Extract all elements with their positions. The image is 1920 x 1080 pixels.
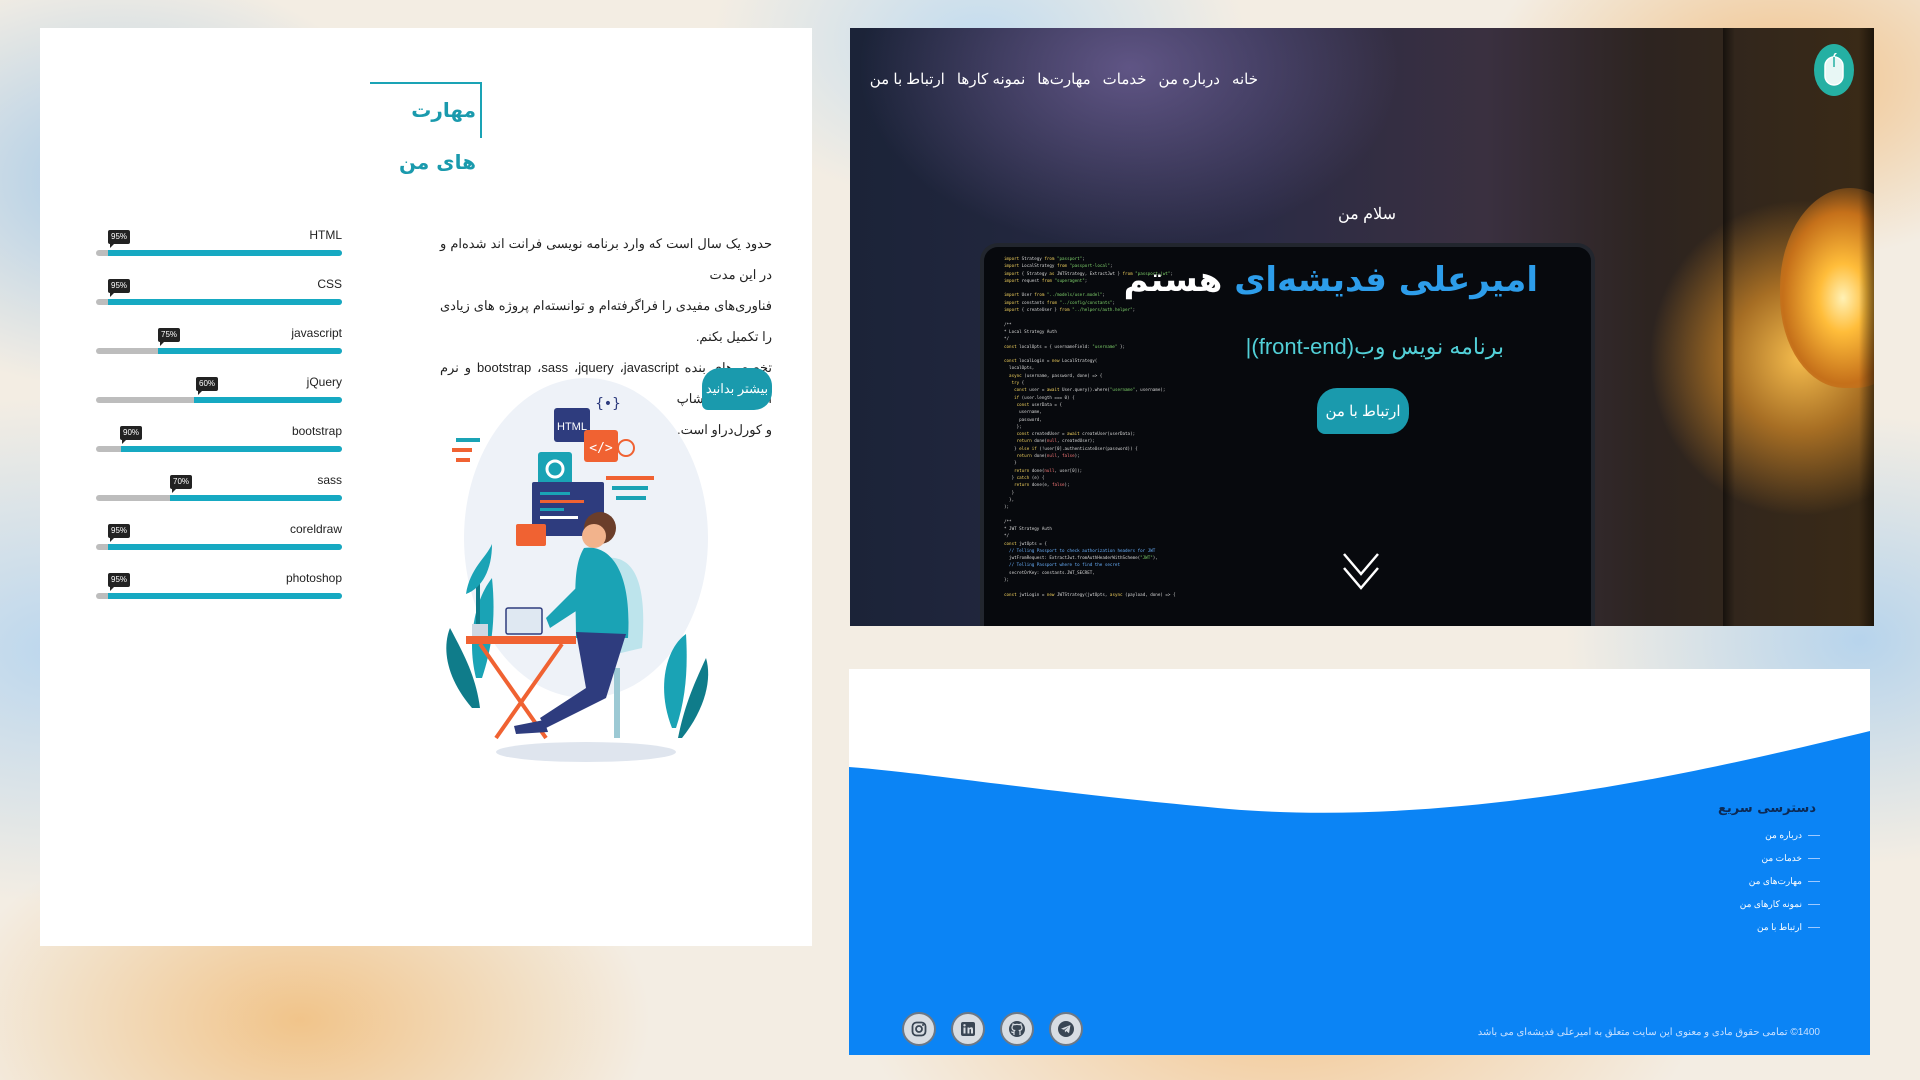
nav-item-home[interactable]: خانه (1232, 50, 1258, 110)
footer-link-label[interactable]: نمونه کارهای من (1740, 899, 1802, 910)
dash-icon (1808, 904, 1820, 905)
skill-label: javascript (291, 326, 342, 340)
nav-item-skills[interactable]: مهارت‌ها (1037, 50, 1090, 110)
nav-item-contact[interactable]: ارتباط با من (870, 50, 945, 110)
skill-bar-html: HTML 95% (96, 228, 342, 258)
skill-bar-css: CSS 95% (96, 277, 342, 307)
footer-link-contact[interactable]: ارتباط با من (1718, 916, 1820, 939)
svg-text:</>: </> (589, 441, 613, 456)
skill-track (96, 397, 342, 403)
skill-bar-bootstrap: bootstrap 90% (96, 424, 342, 454)
description-line: فناوری‌های مفیدی را فراگرفته‌ام و توانست… (440, 298, 772, 344)
skill-bar-photoshop: photoshop 95% (96, 571, 342, 601)
footer-link-label[interactable]: خدمات من (1762, 853, 1803, 864)
skill-label: photoshop (285, 571, 342, 585)
skill-label: CSS (317, 277, 342, 291)
footer-panel: دسترسی سریع درباره من خدمات من مهارت‌های… (849, 669, 1870, 1055)
contact-me-button[interactable]: ارتباط با من (1317, 388, 1409, 434)
copyright-text: 1400© تمامی حقوق مادی و معنوی این سایت م… (1477, 1027, 1820, 1038)
skill-percent-badge: 90% (120, 426, 143, 444)
skill-bar-javascript: javascript 75% (96, 326, 342, 356)
skill-percent-badge: 95% (108, 573, 131, 591)
footer-link-services[interactable]: خدمات من (1718, 847, 1820, 870)
skill-fill (194, 397, 342, 403)
laptop-code-image: import Strategy from "passport"; import … (980, 243, 1595, 626)
skill-percent-badge: 75% (158, 328, 181, 346)
skill-fill (108, 544, 342, 550)
skill-bar-coreldraw: coreldraw 95% (96, 522, 342, 552)
dash-icon (1808, 835, 1820, 836)
quick-access-title: دسترسی سریع (1718, 801, 1816, 816)
scroll-down-icon[interactable] (1340, 548, 1382, 594)
linkedin-icon[interactable] (951, 1012, 985, 1046)
dash-icon (1808, 927, 1820, 928)
window-frame-image (1723, 28, 1874, 626)
developer-illustration: HTML </> {•} (436, 348, 736, 768)
dash-icon (1808, 881, 1820, 882)
skill-percent-badge: 95% (108, 524, 131, 542)
skill-fill (108, 299, 342, 305)
skill-track (96, 446, 342, 452)
footer-wave (849, 669, 1870, 813)
telegram-icon[interactable] (1049, 1012, 1083, 1046)
footer-link-skills[interactable]: مهارت‌های من (1718, 870, 1820, 893)
nav-item-about[interactable]: درباره من (1159, 50, 1220, 110)
skill-percent-badge: 95% (108, 230, 131, 248)
hero-name-highlight: امیرعلی فدیشه‌ای (1234, 260, 1538, 300)
skills-panel: مهارت های من حدود یک سال است که وارد برن… (40, 28, 812, 946)
hero-role: برنامه نویس وب(front-end)| (1245, 334, 1504, 359)
skill-percent-badge: 60% (196, 377, 219, 395)
skill-track (96, 593, 342, 599)
skill-track (96, 299, 342, 305)
skill-fill (108, 250, 342, 256)
dash-icon (1808, 858, 1820, 859)
skill-fill (108, 593, 342, 599)
skill-percent-badge: 70% (170, 475, 193, 493)
hero-panel: import Strategy from "passport"; import … (850, 28, 1874, 626)
skill-fill (157, 348, 342, 354)
hero-name: امیرعلی فدیشه‌ای هستم (1124, 260, 1538, 300)
skill-label: sass (317, 473, 342, 487)
skill-label: coreldraw (289, 522, 342, 536)
footer-link-label[interactable]: مهارت‌های من (1749, 876, 1802, 887)
braces-label: {•} (595, 396, 620, 412)
social-links (902, 1012, 1098, 1046)
hero-greeting: سلام من (1337, 206, 1397, 223)
hero-name-suffix: هستم (1123, 260, 1223, 300)
html-card-label: HTML (557, 421, 587, 433)
footer-link-label[interactable]: درباره من (1765, 830, 1802, 841)
skill-fill (120, 446, 342, 452)
skill-track (96, 348, 342, 354)
main-navigation (1796, 44, 1854, 96)
skill-label: bootstrap (291, 424, 342, 438)
skill-percent-badge: 95% (108, 279, 131, 297)
mouse-logo-icon[interactable] (1814, 44, 1854, 96)
description-line: حدود یک سال است که وارد برنامه نویسی فرا… (440, 236, 772, 282)
github-icon[interactable] (1000, 1012, 1034, 1046)
skill-track (96, 250, 342, 256)
skill-bar-jquery: jQuery 60% (96, 375, 342, 405)
skills-title: مهارت های من (370, 82, 482, 174)
nav-item-portfolio[interactable]: نمونه کارها (957, 50, 1025, 110)
instagram-icon[interactable] (902, 1012, 936, 1046)
skill-bar-sass: sass 70% (96, 473, 342, 503)
footer-link-label[interactable]: ارتباط با من (1757, 922, 1802, 933)
skill-track (96, 544, 342, 550)
skill-track (96, 495, 342, 501)
skill-label: jQuery (306, 375, 342, 389)
footer-link-portfolio[interactable]: نمونه کارهای من (1718, 893, 1820, 916)
code-screen: import Strategy from "passport"; import … (1004, 256, 1176, 597)
quick-access-menu: دسترسی سریع درباره من خدمات من مهارت‌های… (1718, 801, 1820, 939)
skill-label: HTML (309, 228, 342, 242)
skill-fill (169, 495, 342, 501)
footer-link-about[interactable]: درباره من (1718, 824, 1820, 847)
nav-item-services[interactable]: خدمات (1103, 50, 1147, 110)
nav-links: خانه درباره من خدمات مهارت‌ها نمونه کاره… (858, 50, 1258, 110)
